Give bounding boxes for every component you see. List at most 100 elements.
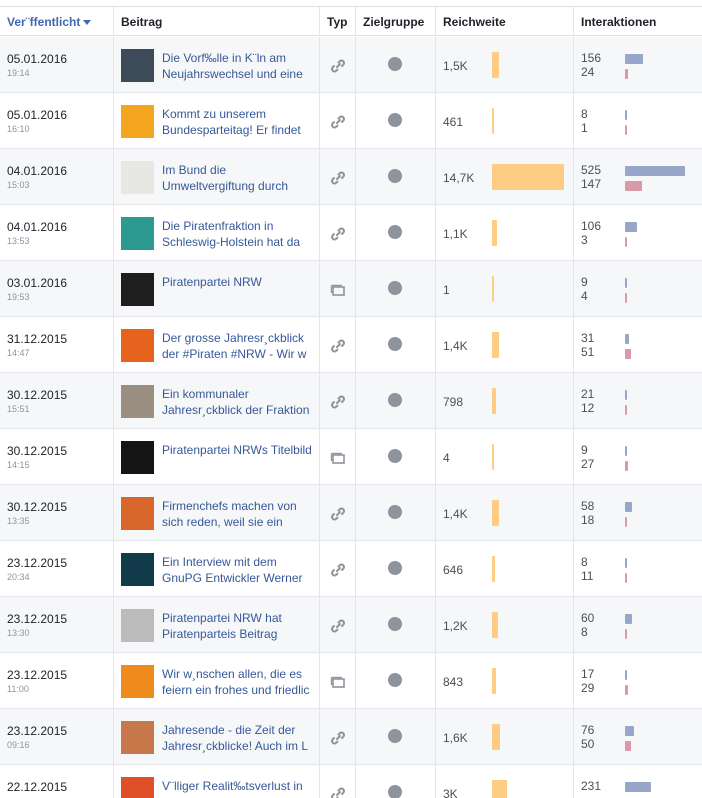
interactions-cell[interactable]: 58 18 (574, 485, 702, 540)
post-link[interactable]: Die Vorf‰lle in K¨ln am Neujahrswechsel … (162, 50, 312, 82)
table-row[interactable]: 23.12.2015 11:00 Wir w¸nschen allen, die e… (0, 653, 702, 709)
post-header-label[interactable]: Beitrag (121, 15, 162, 29)
interactions-cell[interactable]: 31 51 (574, 317, 702, 372)
interactions-cell[interactable]: 106 3 (574, 205, 702, 260)
interactions-cell[interactable]: 231 (574, 765, 702, 798)
post-thumbnail[interactable] (121, 441, 154, 474)
table-row[interactable]: 04.01.2016 13:53 Die Piratenfraktion in Sc… (0, 205, 702, 261)
reach-cell[interactable]: 798 (436, 373, 574, 428)
interaction-count-primary: 58 (581, 499, 595, 513)
reach-cell[interactable]: 3K (436, 765, 574, 798)
published-cell: 30.12.2015 14:15 (0, 429, 114, 484)
post-cell[interactable]: Die Piratenfraktion in Schleswig-Holstei… (114, 205, 320, 260)
post-cell[interactable]: Firmenchefs machen von sich reden, weil … (114, 485, 320, 540)
table-row[interactable]: 30.12.2015 14:15 Piratenpartei NRWs Titelb… (0, 429, 702, 485)
table-row[interactable]: 04.01.2016 15:03 Im Bund die Umweltvergift… (0, 149, 702, 205)
post-thumbnail[interactable] (121, 665, 154, 698)
post-thumbnail[interactable] (121, 777, 154, 798)
post-thumbnail[interactable] (121, 497, 154, 530)
interactions-cell[interactable]: 9 27 (574, 429, 702, 484)
post-link[interactable]: Ein kommunaler Jahresr¸ckblick der Frakt… (162, 386, 312, 418)
post-thumbnail[interactable] (121, 161, 154, 194)
table-row[interactable]: 31.12.2015 14:47 Der grosse Jahresr¸ckblic… (0, 317, 702, 373)
reach-cell[interactable]: 1,6K (436, 709, 574, 764)
interactions-cell[interactable]: 525 147 (574, 149, 702, 204)
table-row[interactable]: 05.01.2016 19:14 Die Vorf‰lle in K¨ln am N… (0, 37, 702, 93)
table-row[interactable]: 23.12.2015 20:34 Ein Interview mit dem Gnu… (0, 541, 702, 597)
post-cell[interactable]: Ein Interview mit dem GnuPG Entwickler W… (114, 541, 320, 596)
post-link[interactable]: Jahresende - die Zeit der Jahresr¸ckblic… (162, 722, 312, 754)
post-link[interactable]: Piratenpartei NRW hat Piratenparteis Bei… (162, 610, 312, 642)
post-thumbnail[interactable] (121, 217, 154, 250)
post-cell[interactable]: Die Vorf‰lle in K¨ln am Neujahrswechsel … (114, 37, 320, 92)
reach-cell[interactable]: 461 (436, 93, 574, 148)
column-header-audience[interactable]: Zielgruppe (356, 7, 436, 35)
post-cell[interactable]: Wir w¸nschen allen, die es feiern ein fr… (114, 653, 320, 708)
sort-desc-icon[interactable] (83, 20, 92, 26)
reach-cell[interactable]: 1,1K (436, 205, 574, 260)
column-header-post[interactable]: Beitrag (114, 7, 320, 35)
published-header-label[interactable]: Ver¨ffentlicht (7, 15, 80, 29)
column-header-published[interactable]: Ver¨ffentlicht (0, 7, 114, 35)
reach-cell[interactable]: 1 (436, 261, 574, 316)
column-header-type[interactable]: Typ (320, 7, 356, 35)
interactions-cell[interactable]: 8 11 (574, 541, 702, 596)
audience-header-label[interactable]: Zielgruppe (363, 15, 424, 29)
post-cell[interactable]: Piratenpartei NRWs Titelbild (114, 429, 320, 484)
interactions-cell[interactable]: 17 29 (574, 653, 702, 708)
post-thumbnail[interactable] (121, 329, 154, 362)
post-cell[interactable]: Kommt zu unserem Bundesparteitag! Er fin… (114, 93, 320, 148)
post-cell[interactable]: Ein kommunaler Jahresr¸ckblick der Frakt… (114, 373, 320, 428)
post-link[interactable]: Im Bund die Umweltvergiftung durch Kohle… (162, 162, 312, 194)
post-thumbnail[interactable] (121, 273, 154, 306)
post-link[interactable]: Firmenchefs machen von sich reden, weil … (162, 498, 312, 530)
table-row[interactable]: 30.12.2015 13:35 Firmenchefs machen von si… (0, 485, 702, 541)
table-row[interactable]: 23.12.2015 09:16 Jahresende - die Zeit der… (0, 709, 702, 765)
table-row[interactable]: 05.01.2016 16:10 Kommt zu unserem Bundespa… (0, 93, 702, 149)
interactions-cell[interactable]: 94 (574, 261, 702, 316)
post-link[interactable]: Der grosse Jahresr¸ckblick der #Piraten … (162, 330, 312, 362)
post-link[interactable]: V¨lliger Realit‰tsverlust in (162, 778, 312, 798)
column-header-interactions[interactable]: Interaktionen (574, 7, 702, 35)
reach-cell[interactable]: 1,4K (436, 317, 574, 372)
post-cell[interactable]: Piratenpartei NRW (114, 261, 320, 316)
interactions-cell[interactable]: 21 12 (574, 373, 702, 428)
post-thumbnail[interactable] (121, 385, 154, 418)
post-link[interactable]: Kommt zu unserem Bundesparteitag! Er fin… (162, 106, 312, 138)
post-thumbnail[interactable] (121, 553, 154, 586)
post-link[interactable]: Wir w¸nschen allen, die es feiern ein fr… (162, 666, 312, 698)
post-cell[interactable]: Im Bund die Umweltvergiftung durch Kohle… (114, 149, 320, 204)
post-cell[interactable]: Jahresende - die Zeit der Jahresr¸ckblic… (114, 709, 320, 764)
post-thumbnail[interactable] (121, 105, 154, 138)
interactions-cell[interactable]: 76 50 (574, 709, 702, 764)
post-link[interactable]: Ein Interview mit dem GnuPG Entwickler W… (162, 554, 312, 586)
table-row[interactable]: 30.12.2015 15:51 Ein kommunaler Jahresr¸ck… (0, 373, 702, 429)
post-cell[interactable]: Piratenpartei NRW hat Piratenparteis Bei… (114, 597, 320, 652)
reach-cell[interactable]: 1,2K (436, 597, 574, 652)
interactions-cell[interactable]: 156 24 (574, 37, 702, 92)
reach-cell[interactable]: 646 (436, 541, 574, 596)
reach-cell[interactable]: 843 (436, 653, 574, 708)
post-cell[interactable]: V¨lliger Realit‰tsverlust in (114, 765, 320, 798)
table-row[interactable]: 22.12.2015 V¨lliger Realit‰tsverlust in 3K… (0, 765, 702, 798)
table-row[interactable]: 03.01.2016 19:53 Piratenpartei NRW 1 9 4 (0, 261, 702, 317)
interactions-cell[interactable]: 81 (574, 93, 702, 148)
post-thumbnail[interactable] (121, 721, 154, 754)
post-link[interactable]: Die Piratenfraktion in Schleswig-Holstei… (162, 218, 312, 250)
interactions-header-label[interactable]: Interaktionen (581, 15, 656, 29)
post-cell[interactable]: Der grosse Jahresr¸ckblick der #Piraten … (114, 317, 320, 372)
interaction-count-primary: 525 (581, 163, 602, 177)
post-thumbnail[interactable] (121, 49, 154, 82)
reach-cell[interactable]: 1,5K (436, 37, 574, 92)
reach-cell[interactable]: 4 (436, 429, 574, 484)
post-link[interactable]: Piratenpartei NRW (162, 274, 312, 306)
post-thumbnail[interactable] (121, 609, 154, 642)
post-link[interactable]: Piratenpartei NRWs Titelbild (162, 442, 312, 474)
reach-cell[interactable]: 14,7K (436, 149, 574, 204)
reach-cell[interactable]: 1,4K (436, 485, 574, 540)
table-row[interactable]: 23.12.2015 13:30 Piratenpartei NRW hat Pir… (0, 597, 702, 653)
interactions-cell[interactable]: 60 8 (574, 597, 702, 652)
type-header-label[interactable]: Typ (327, 15, 347, 29)
column-header-reach[interactable]: Reichweite (436, 7, 574, 35)
reach-header-label[interactable]: Reichweite (443, 15, 506, 29)
